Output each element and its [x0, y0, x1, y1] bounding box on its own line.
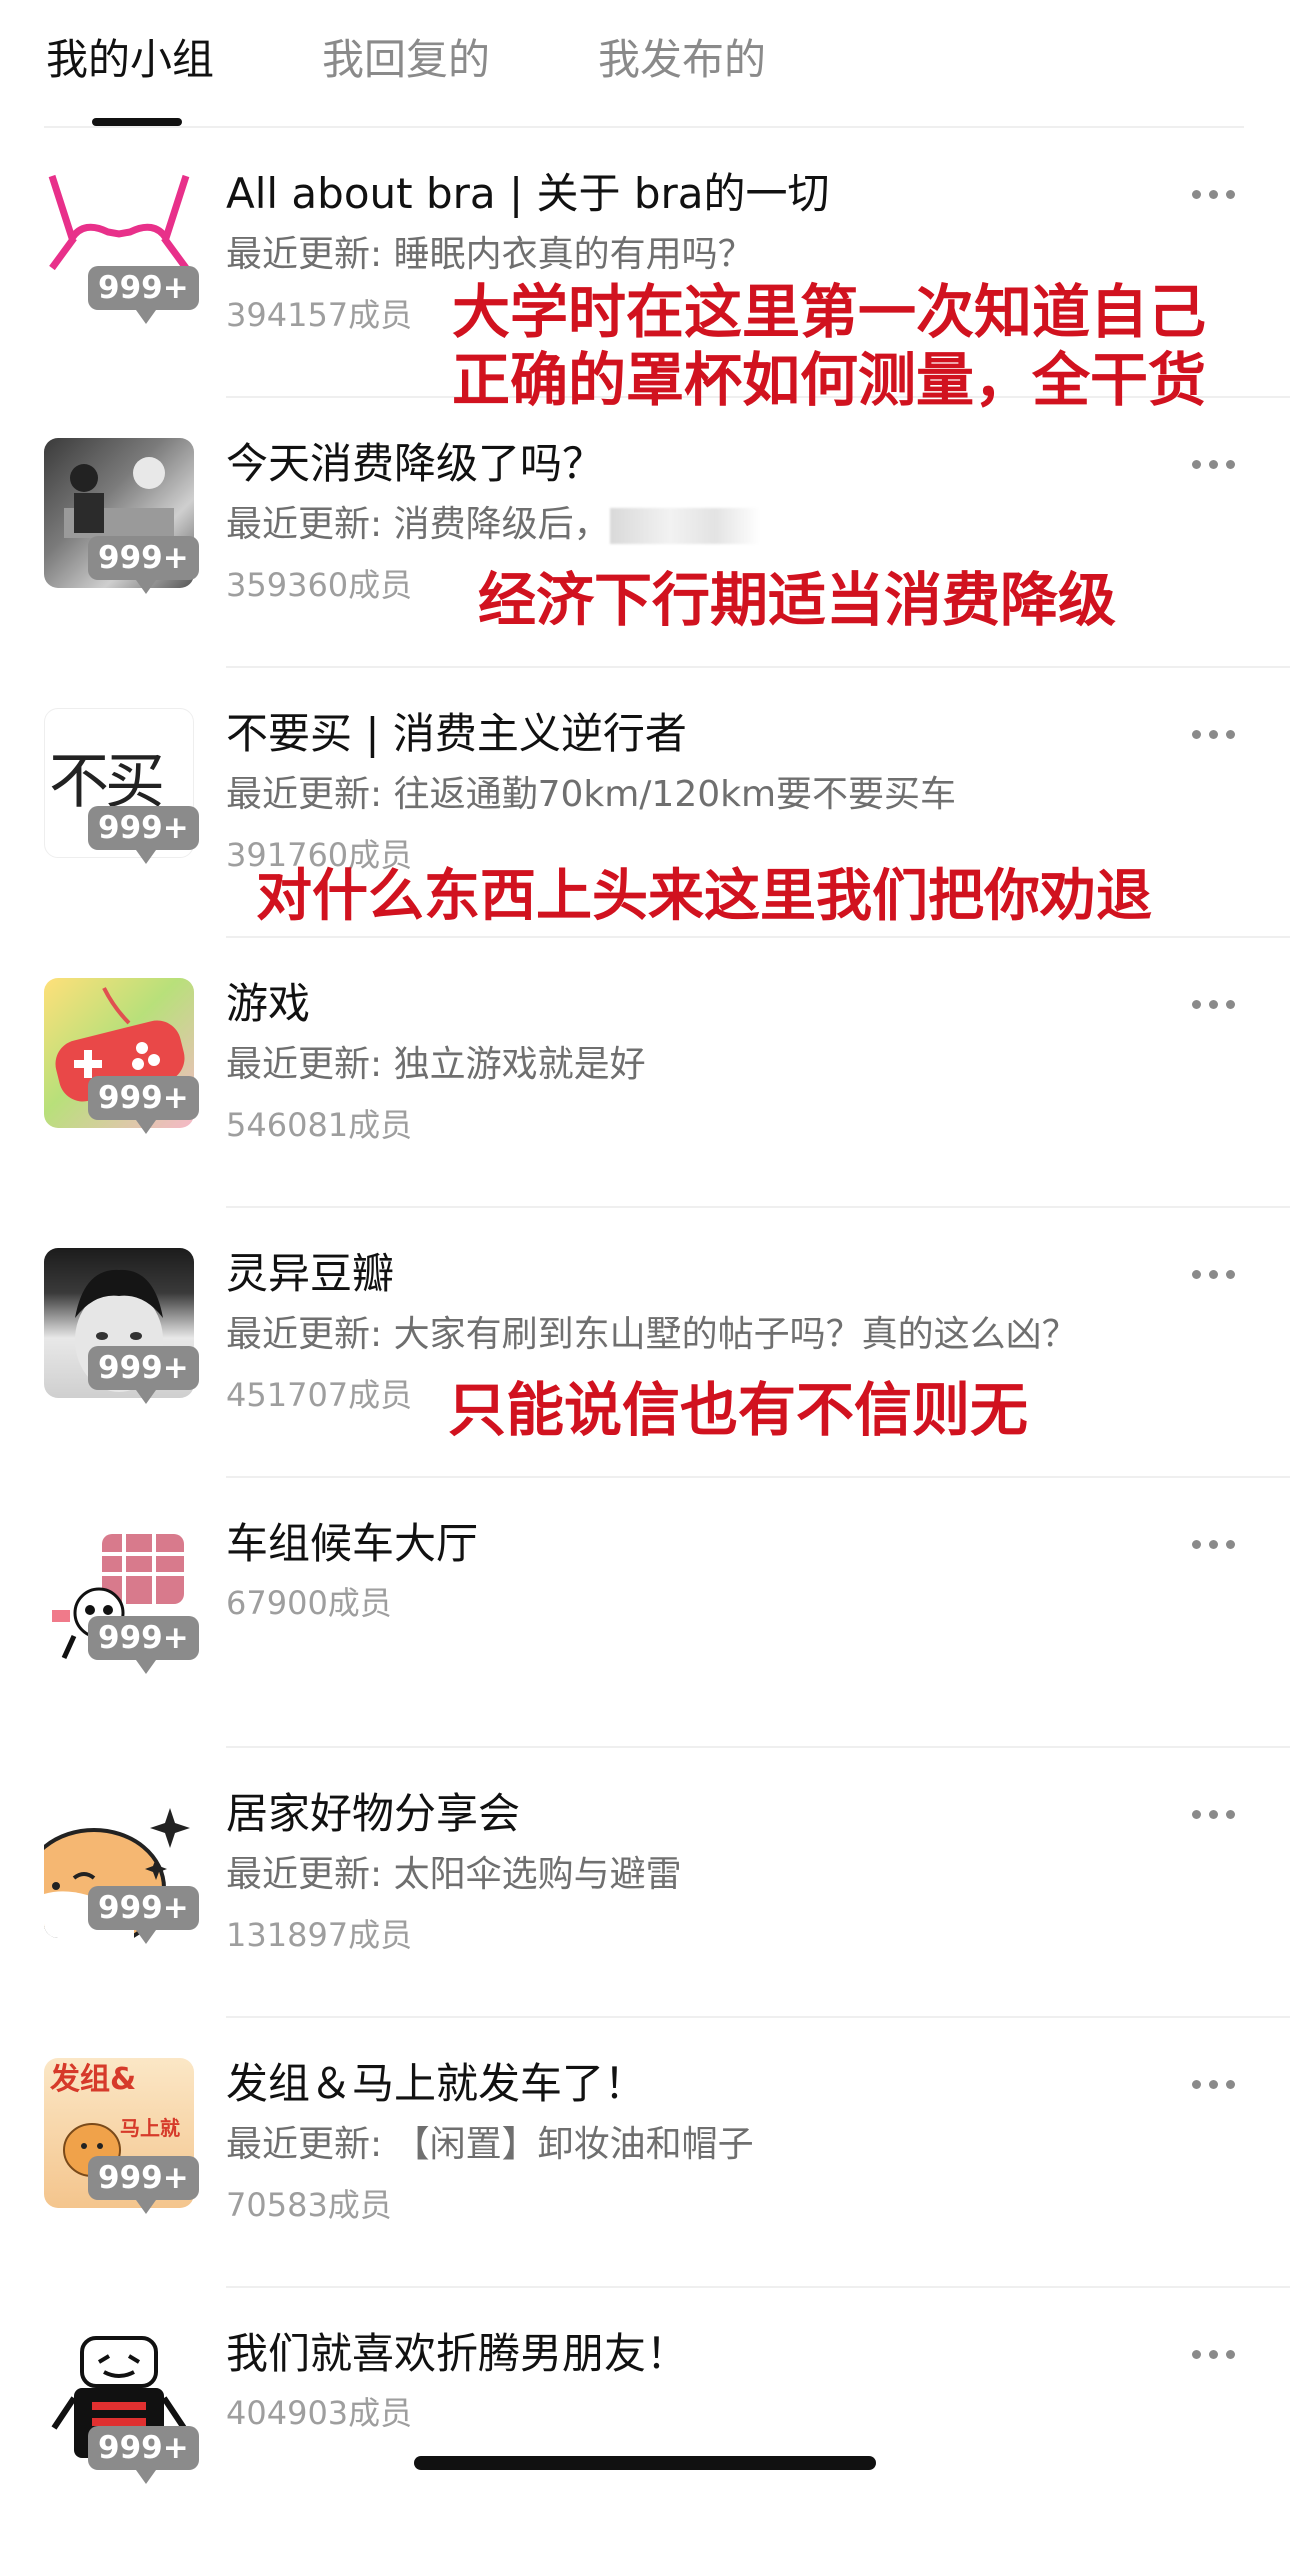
- latest-update: 最近更新: 大家有刷到东山墅的帖子吗？真的这么凶？: [226, 1310, 1078, 1360]
- latest-update: 最近更新: 往返通勤70km/120km要不要买车: [226, 770, 956, 820]
- latest-update-label: 最近更新:: [226, 504, 394, 545]
- latest-update-label: 最近更新:: [226, 234, 394, 275]
- latest-update: 最近更新: 【闲置】卸妆油和帽子: [226, 2120, 754, 2170]
- latest-update-text[interactable]: 睡眠内衣真的有用吗？: [394, 234, 754, 275]
- unread-badge: 999+: [88, 266, 199, 324]
- member-count: 404903成员: [226, 2394, 413, 2432]
- more-options-icon[interactable]: [1192, 1528, 1248, 1560]
- latest-update-label: 最近更新:: [226, 774, 394, 815]
- latest-update-text[interactable]: 消费降级后，: [394, 504, 610, 545]
- unread-badge: 999+: [88, 1076, 199, 1134]
- more-options-icon[interactable]: [1192, 448, 1248, 480]
- annotation-text: 对什么东西上头来这里我们把你劝退: [256, 863, 1152, 929]
- more-options-icon[interactable]: [1192, 2068, 1248, 2100]
- annotation-text: 只能说信也有不信则无: [448, 1376, 1029, 1444]
- home-indicator[interactable]: [414, 2456, 876, 2470]
- tab-my-groups[interactable]: 我的小组: [46, 30, 214, 90]
- group-name[interactable]: 发组＆马上就发车了！: [226, 2054, 646, 2114]
- group-row[interactable]: 999+ 我们就喜欢折腾男朋友！ 404903成员: [0, 2288, 1290, 2558]
- latest-update-text[interactable]: 【闲置】卸妆油和帽子: [394, 2124, 754, 2165]
- group-name[interactable]: 游戏: [226, 974, 310, 1034]
- latest-update-text[interactable]: 大家有刷到东山墅的帖子吗？真的这么凶？: [394, 1314, 1078, 1355]
- annotation-text: 正确的罩杯如何测量，全干货: [452, 346, 1207, 414]
- more-options-icon[interactable]: [1192, 988, 1248, 1020]
- group-name[interactable]: 不要买 | 消费主义逆行者: [226, 704, 687, 764]
- group-name[interactable]: 车组候车大厅: [226, 1514, 478, 1574]
- group-name[interactable]: 我们就喜欢折腾男朋友！: [226, 2324, 688, 2384]
- unread-badge: 999+: [88, 536, 199, 594]
- unread-badge: 999+: [88, 2156, 199, 2214]
- latest-update-text[interactable]: 太阳伞选购与避雷: [394, 1854, 682, 1895]
- unread-badge: 999+: [88, 1886, 199, 1944]
- more-options-icon[interactable]: [1192, 2338, 1248, 2370]
- unread-badge: 999+: [88, 806, 199, 864]
- more-options-icon[interactable]: [1192, 718, 1248, 750]
- active-tab-indicator: [92, 118, 182, 126]
- latest-update: 最近更新: 睡眠内衣真的有用吗？: [226, 230, 754, 280]
- member-count: 546081成员: [226, 1106, 413, 1144]
- member-count: 359360成员: [226, 566, 413, 604]
- annotation-text: 经济下行期适当消费降级: [478, 566, 1117, 634]
- unread-badge: 999+: [88, 2426, 199, 2484]
- group-row[interactable]: 发组& 马上就 999+ 发组＆马上就发车了！ 最近更新: 【闲置】卸妆油和帽子…: [0, 2018, 1290, 2288]
- group-name[interactable]: 居家好物分享会: [226, 1784, 520, 1844]
- more-options-icon[interactable]: [1192, 1798, 1248, 1830]
- member-count: 70583成员: [226, 2186, 392, 2224]
- annotation-text: 大学时在这里第一次知道自己: [452, 278, 1207, 346]
- tab-bar: 我的小组 我回复的 我发布的: [0, 0, 1290, 128]
- member-count: 131897成员: [226, 1916, 413, 1954]
- latest-update: 最近更新: 独立游戏就是好: [226, 1040, 646, 1090]
- group-name[interactable]: All about bra | 关于 bra的一切: [226, 164, 829, 224]
- group-row[interactable]: 999+ 游戏 最近更新: 独立游戏就是好 546081成员: [0, 938, 1290, 1208]
- unread-badge: 999+: [88, 1616, 199, 1674]
- unread-badge: 999+: [88, 1346, 199, 1404]
- latest-update-label: 最近更新:: [226, 2124, 394, 2165]
- more-options-icon[interactable]: [1192, 178, 1248, 210]
- member-count: 67900成员: [226, 1584, 392, 1622]
- member-count: 451707成员: [226, 1376, 413, 1414]
- group-name[interactable]: 灵异豆瓣: [226, 1244, 394, 1304]
- member-count: 394157成员: [226, 296, 413, 334]
- tab-my-replies[interactable]: 我回复的: [322, 30, 490, 90]
- tab-my-posts[interactable]: 我发布的: [598, 30, 766, 90]
- latest-update-label: 最近更新:: [226, 1854, 394, 1895]
- group-row[interactable]: 999+ 居家好物分享会 最近更新: 太阳伞选购与避雷 131897成员: [0, 1748, 1290, 2018]
- group-row[interactable]: 999+ 车组候车大厅 67900成员: [0, 1478, 1290, 1748]
- more-options-icon[interactable]: [1192, 1258, 1248, 1290]
- redacted-text: [609, 508, 760, 544]
- latest-update-text[interactable]: 独立游戏就是好: [394, 1044, 646, 1085]
- latest-update-text[interactable]: 往返通勤70km/120km要不要买车: [394, 774, 956, 815]
- latest-update-label: 最近更新:: [226, 1314, 394, 1355]
- latest-update: 最近更新: 太阳伞选购与避雷: [226, 1850, 682, 1900]
- latest-update: 最近更新: 消费降级后，: [226, 500, 760, 550]
- latest-update-label: 最近更新:: [226, 1044, 394, 1085]
- group-name[interactable]: 今天消费降级了吗？: [226, 434, 604, 494]
